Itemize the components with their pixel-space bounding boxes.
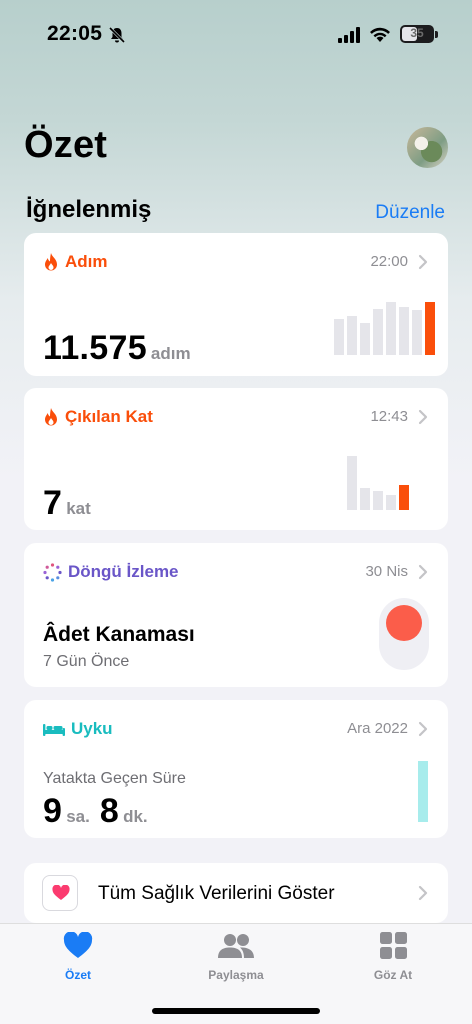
- tab-sharing[interactable]: Paylaşma: [176, 932, 296, 982]
- show-all-health-data-button[interactable]: Tüm Sağlık Verilerini Göster: [24, 863, 448, 923]
- steps-bar: [386, 302, 396, 355]
- cycle-headline: Âdet Kanaması: [43, 623, 195, 646]
- cycle-date: 30 Nis: [365, 563, 408, 580]
- cycle-subtext: 7 Gün Önce: [43, 653, 130, 670]
- cycle-card[interactable]: Döngü İzleme 30 Nis Âdet Kanaması 7 Gün …: [24, 543, 448, 687]
- chevron-right-icon: [418, 721, 428, 737]
- floors-bar: [386, 495, 396, 510]
- floors-bar: [360, 488, 370, 510]
- flame-icon: [45, 252, 57, 270]
- sleep-card[interactable]: Uyku Ara 2022 Yatakta Geçen Süre 9 sa. 8…: [24, 700, 448, 838]
- floors-bar: [399, 485, 409, 510]
- show-all-label: Tüm Sağlık Verilerini Göster: [98, 883, 335, 904]
- flame-icon: [45, 407, 57, 425]
- steps-bar: [347, 316, 357, 355]
- sleep-hours-unit: sa.: [66, 807, 90, 826]
- floors-mini-chart: [347, 456, 409, 510]
- floors-bar: [373, 491, 383, 510]
- sleep-minutes-unit: dk.: [123, 807, 148, 826]
- chevron-right-icon: [418, 885, 428, 901]
- sleep-title: Uyku: [71, 719, 113, 738]
- steps-time: 22:00: [370, 253, 408, 270]
- bed-icon: [43, 724, 65, 736]
- sleep-bar: [418, 761, 428, 822]
- status-bar: 22:05 35: [0, 0, 472, 70]
- battery-level: 35: [410, 26, 424, 40]
- floors-time: 12:43: [370, 408, 408, 425]
- home-indicator: [152, 1008, 320, 1014]
- pinned-section-title: İğnelenmiş: [26, 196, 152, 223]
- floors-unit: kat: [66, 499, 91, 518]
- steps-bar: [425, 302, 435, 355]
- signal-icon: [338, 27, 360, 43]
- sleep-label: Yatakta Geçen Süre: [43, 770, 186, 787]
- steps-mini-chart: [334, 295, 435, 355]
- floors-bar: [347, 456, 357, 510]
- period-indicator: [386, 605, 422, 641]
- chevron-right-icon: [418, 254, 428, 270]
- page-title: Özet: [24, 124, 108, 166]
- bell-slash-icon: [108, 26, 126, 44]
- steps-card[interactable]: Adım 22:00 11.575 adım: [24, 233, 448, 376]
- heart-icon: [63, 931, 93, 958]
- health-app-icon: [42, 875, 78, 911]
- tab-sharing-label: Paylaşma: [208, 968, 264, 982]
- tab-browse-label: Göz At: [373, 968, 413, 982]
- steps-bar: [360, 323, 370, 355]
- steps-bar: [412, 310, 422, 355]
- wifi-icon: [370, 27, 390, 42]
- tab-summary[interactable]: Özet: [18, 931, 138, 982]
- steps-title: Adım: [65, 252, 108, 271]
- people-icon: [218, 934, 254, 958]
- grid-icon: [379, 932, 407, 959]
- sleep-hours: 9: [43, 792, 63, 830]
- heart-icon: [52, 885, 70, 900]
- floors-card[interactable]: Çıkılan Kat 12:43 7 kat: [24, 388, 448, 530]
- steps-value: 11.575: [43, 329, 147, 367]
- steps-bar: [399, 307, 409, 355]
- steps-unit: adım: [150, 344, 191, 363]
- steps-bar: [373, 309, 383, 355]
- battery-tip: [435, 31, 438, 38]
- battery-icon: 35: [400, 25, 434, 43]
- cycle-dots-icon: [43, 562, 62, 582]
- status-time: 22:05: [47, 22, 103, 45]
- avatar[interactable]: [407, 127, 448, 168]
- floors-value: 7: [43, 484, 63, 522]
- edit-button[interactable]: Düzenle: [375, 202, 445, 224]
- sleep-date: Ara 2022: [347, 720, 408, 737]
- floors-title: Çıkılan Kat: [65, 407, 153, 426]
- tab-summary-label: Özet: [64, 968, 91, 982]
- chevron-right-icon: [418, 564, 428, 580]
- cycle-title: Döngü İzleme: [68, 562, 179, 581]
- steps-bar: [334, 319, 344, 355]
- tab-browse[interactable]: Göz At: [333, 932, 453, 982]
- chevron-right-icon: [418, 409, 428, 425]
- sleep-minutes: 8: [99, 792, 120, 830]
